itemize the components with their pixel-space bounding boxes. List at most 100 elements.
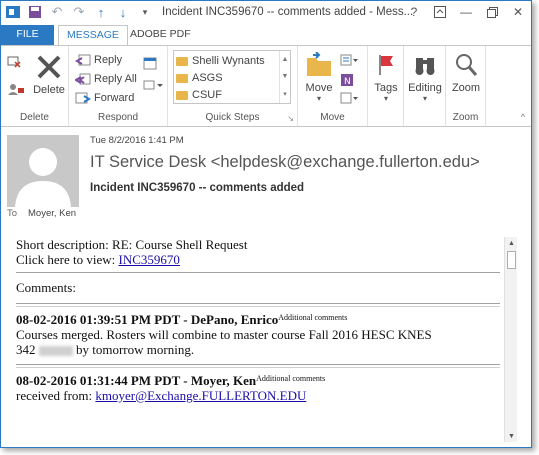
avatar[interactable] bbox=[7, 135, 79, 207]
message-content: Short description: RE: Course Shell Requ… bbox=[16, 237, 500, 403]
reply-all-label: Reply All bbox=[94, 73, 137, 85]
window-title: Incident INC359670 -- comments added - M… bbox=[162, 6, 414, 18]
quick-access-toolbar: ↶ ↷ ↑ ↓ ▾ bbox=[5, 4, 153, 20]
zoom-label: Zoom bbox=[451, 82, 481, 94]
group-label-delete: Delete bbox=[20, 112, 49, 123]
move-folder-icon bbox=[303, 50, 335, 80]
group-editing: Editing ▾ bbox=[404, 46, 446, 126]
comment-type: Additional comments bbox=[256, 374, 326, 383]
view-line: Click here to view: INC359670 bbox=[16, 252, 500, 267]
message-header: Tue 8/2/2016 1:41 PM IT Service Desk <he… bbox=[1, 127, 531, 227]
undo-icon[interactable]: ↶ bbox=[49, 4, 65, 20]
junk-icon[interactable] bbox=[7, 82, 25, 96]
delete-x-icon bbox=[33, 52, 65, 82]
group-label-respond: Respond bbox=[97, 112, 139, 123]
redo-icon[interactable]: ↷ bbox=[71, 4, 87, 20]
tab-adobe-pdf[interactable]: ADOBE PDF bbox=[122, 25, 199, 45]
scroll-down-icon[interactable]: ▼ bbox=[505, 430, 518, 442]
comments-label: Comments: bbox=[16, 280, 76, 295]
dialog-launcher-icon[interactable]: ↘ bbox=[287, 114, 294, 123]
forward-icon bbox=[75, 91, 91, 105]
reply-button[interactable]: Reply bbox=[75, 53, 122, 67]
sender[interactable]: IT Service Desk <helpdesk@exchange.fulle… bbox=[90, 153, 480, 172]
comment-entry-header: 08-02-2016 01:31:44 PM PDT - Moyer, KenA… bbox=[16, 371, 500, 388]
group-quick-steps: Shelli Wynants ASGS CSUF ▲ ▼ ▾ Quick Ste… bbox=[168, 46, 298, 126]
binoculars-icon bbox=[409, 50, 441, 80]
quick-step-item[interactable]: Shelli Wynants bbox=[176, 53, 265, 69]
reply-all-icon bbox=[75, 72, 91, 86]
save-icon[interactable] bbox=[27, 4, 43, 20]
short-description: Short description: RE: Course Shell Requ… bbox=[16, 237, 248, 252]
to-label: To bbox=[7, 208, 18, 219]
course-number: 342 bbox=[16, 342, 36, 357]
forward-label: Forward bbox=[94, 92, 135, 104]
forward-button[interactable]: Forward bbox=[75, 91, 134, 105]
restore-icon[interactable] bbox=[483, 3, 501, 21]
scroll-up-icon[interactable]: ▲ bbox=[282, 56, 289, 63]
vertical-scrollbar[interactable]: ▲ ▼ bbox=[504, 237, 517, 442]
group-label-quick-steps: Quick Steps bbox=[205, 112, 260, 123]
view-text: Click here to view: bbox=[16, 252, 119, 267]
comment-author: 08-02-2016 01:31:44 PM PDT - Moyer, Ken bbox=[16, 373, 257, 388]
meeting-icon[interactable] bbox=[143, 56, 157, 70]
group-label-zoom: Zoom bbox=[452, 112, 479, 123]
folder-icon bbox=[176, 56, 188, 66]
collapse-ribbon-icon[interactable]: ^ bbox=[521, 112, 525, 122]
comment-text: received from: kmoyer@Exchange.FULLERTON… bbox=[16, 388, 500, 403]
quick-steps-scroll[interactable]: ▲ ▼ ▾ bbox=[279, 51, 290, 103]
more-icon[interactable]: ▾ bbox=[283, 90, 287, 98]
message-date: Tue 8/2/2016 1:41 PM bbox=[90, 135, 184, 146]
tab-file[interactable]: FILE bbox=[1, 25, 54, 45]
quick-step-label: ASGS bbox=[192, 72, 223, 84]
onenote-icon[interactable]: N bbox=[340, 73, 354, 87]
scroll-thumb[interactable] bbox=[507, 251, 516, 269]
title-bar: ↶ ↷ ↑ ↓ ▾ Incident INC359670 -- comments… bbox=[1, 1, 531, 25]
folder-icon bbox=[176, 90, 188, 100]
email-link[interactable]: kmoyer@Exchange.FULLERTON.EDU bbox=[95, 388, 306, 403]
magnifier-icon bbox=[450, 50, 482, 80]
tags-button[interactable]: Tags ▾ bbox=[370, 50, 402, 103]
previous-item-icon[interactable]: ↑ bbox=[93, 4, 109, 20]
comment-text: Courses merged. Rosters will combine to … bbox=[16, 327, 432, 342]
editing-label: Editing bbox=[408, 82, 442, 94]
editing-button[interactable]: Editing ▾ bbox=[406, 50, 444, 103]
group-delete: Delete Delete bbox=[1, 46, 69, 126]
customize-toolbar-icon[interactable]: ▾ bbox=[137, 4, 153, 20]
delete-label: Delete bbox=[33, 84, 65, 96]
scroll-down-icon[interactable]: ▼ bbox=[282, 73, 289, 80]
outlook-app-icon[interactable] bbox=[5, 4, 21, 20]
incident-link[interactable]: INC359670 bbox=[119, 252, 180, 267]
delete-button[interactable]: Delete bbox=[31, 52, 67, 96]
ignore-icon[interactable] bbox=[7, 54, 21, 68]
zoom-button[interactable]: Zoom bbox=[448, 50, 484, 94]
close-icon[interactable]: ✕ bbox=[509, 3, 527, 21]
window-controls: ? — ✕ bbox=[405, 3, 527, 21]
recipient[interactable]: Moyer, Ken bbox=[28, 208, 76, 219]
tab-message[interactable]: MESSAGE bbox=[58, 25, 128, 46]
received-from-text: received from: bbox=[16, 388, 96, 403]
rules-icon[interactable] bbox=[340, 54, 358, 66]
help-icon[interactable]: ? bbox=[405, 3, 423, 21]
comment-text-end: by tomorrow morning. bbox=[76, 342, 195, 357]
move-button[interactable]: Move ▾ bbox=[302, 50, 336, 103]
minimize-icon[interactable]: — bbox=[457, 3, 475, 21]
comment-type: Additional comments bbox=[278, 313, 348, 322]
next-item-icon[interactable]: ↓ bbox=[115, 4, 131, 20]
scroll-up-icon[interactable]: ▲ bbox=[505, 237, 518, 249]
quick-step-item[interactable]: CSUF bbox=[176, 87, 222, 103]
move-label: Move bbox=[305, 82, 333, 94]
flag-icon bbox=[370, 50, 402, 80]
group-zoom: Zoom Zoom bbox=[446, 46, 486, 126]
reply-all-button[interactable]: Reply All bbox=[75, 72, 137, 86]
group-move: Move ▾ N Move bbox=[298, 46, 368, 126]
actions-icon[interactable] bbox=[340, 92, 358, 104]
more-respond-icon[interactable] bbox=[143, 79, 163, 91]
comment-text-cont: 342 by tomorrow morning. bbox=[16, 342, 500, 357]
ribbon-display-options-icon[interactable] bbox=[431, 3, 449, 21]
quick-step-item[interactable]: ASGS bbox=[176, 70, 223, 86]
redacted-text bbox=[38, 346, 73, 357]
group-tags: Tags ▾ bbox=[368, 46, 404, 126]
comment-author: 08-02-2016 01:39:51 PM PDT - DePano, Enr… bbox=[16, 312, 279, 327]
reply-icon bbox=[75, 53, 91, 67]
ribbon: Delete Delete Reply Reply All Forward Re… bbox=[1, 45, 531, 127]
